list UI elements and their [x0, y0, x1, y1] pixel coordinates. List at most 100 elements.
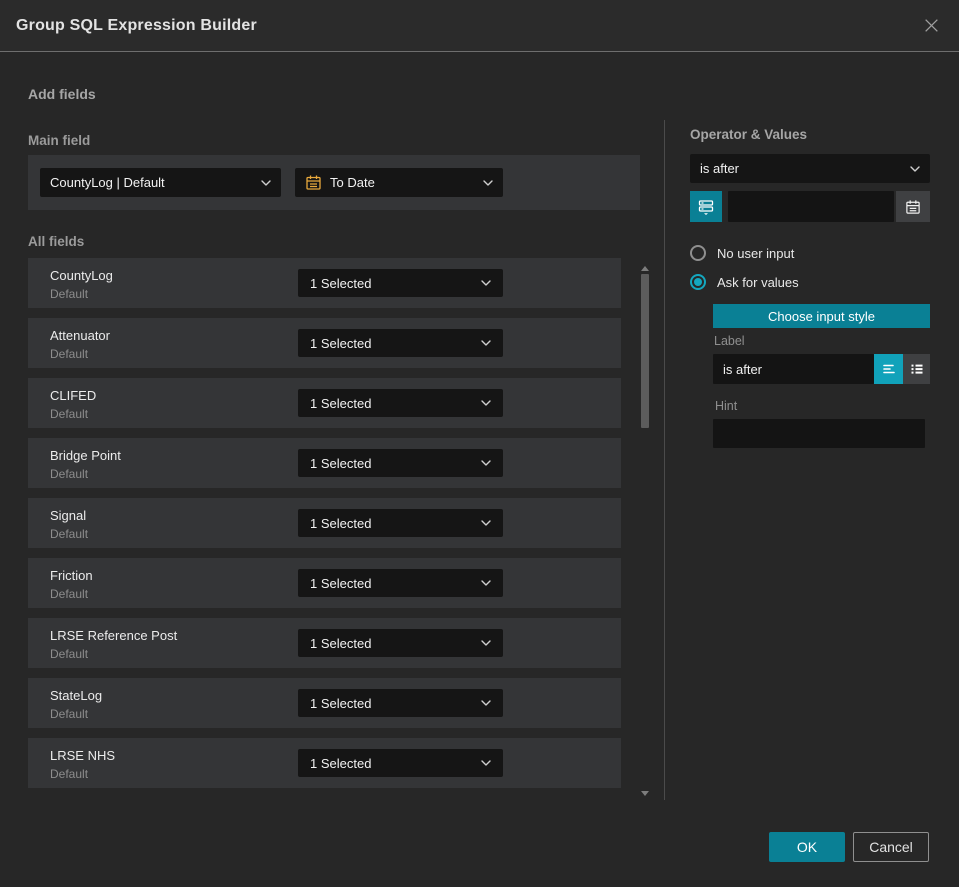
- chevron-down-icon: [481, 640, 491, 646]
- radio-ask-for-values-label: Ask for values: [717, 274, 799, 290]
- field-name: Friction: [50, 568, 93, 583]
- calendar-icon: [906, 199, 920, 214]
- label-field-label: Label: [714, 334, 745, 348]
- radio-circle-selected-icon[interactable]: [690, 274, 706, 290]
- field-sub: Default: [50, 587, 89, 601]
- field-selected-dropdown[interactable]: 1 Selected: [298, 749, 503, 777]
- field-name: Attenuator: [50, 328, 110, 343]
- field-stack-icon: [698, 199, 714, 215]
- field-sub: Default: [50, 767, 89, 781]
- chevron-down-icon: [481, 280, 491, 286]
- dialog-title: Group SQL Expression Builder: [16, 16, 257, 34]
- main-field-select-value: CountyLog | Default: [50, 175, 165, 190]
- field-selected-label: 1 Selected: [310, 695, 372, 711]
- align-left-icon: [882, 364, 895, 374]
- field-row: Attenuator Default 1 Selected: [28, 318, 621, 368]
- main-field-panel: CountyLog | Default To Date: [28, 155, 640, 210]
- scroll-up-arrow-icon[interactable]: [641, 266, 649, 271]
- main-field-select[interactable]: CountyLog | Default: [40, 168, 281, 197]
- field-selected-dropdown[interactable]: 1 Selected: [298, 329, 503, 357]
- single-value-style-button[interactable]: [874, 354, 903, 384]
- list-scrollbar[interactable]: [638, 260, 652, 800]
- title-bar: Group SQL Expression Builder: [0, 0, 959, 52]
- chevron-down-icon: [261, 179, 271, 186]
- bulleted-list-icon: [911, 364, 922, 374]
- field-row: Signal Default 1 Selected: [28, 498, 621, 548]
- operator-values-heading: Operator & Values: [690, 127, 808, 142]
- all-fields-list: CountyLog Default 1 Selected Attenuator …: [28, 258, 621, 788]
- radio-no-user-input[interactable]: No user input: [690, 245, 794, 261]
- field-name: StateLog: [50, 688, 103, 703]
- scrollbar-thumb[interactable]: [641, 274, 649, 428]
- group-sql-expression-builder-dialog: Group SQL Expression Builder Add fields …: [0, 0, 959, 887]
- add-fields-heading: Add fields: [28, 86, 96, 102]
- field-selected-label: 1 Selected: [310, 395, 372, 411]
- radio-ask-for-values[interactable]: Ask for values: [690, 274, 799, 290]
- close-button[interactable]: [919, 14, 943, 38]
- chevron-down-icon: [481, 580, 491, 586]
- label-input[interactable]: [713, 354, 874, 384]
- value-source-button[interactable]: [690, 191, 722, 222]
- field-name: LRSE NHS: [50, 748, 116, 763]
- field-row: StateLog Default 1 Selected: [28, 678, 621, 728]
- field-selected-dropdown[interactable]: 1 Selected: [298, 689, 503, 717]
- field-selected-label: 1 Selected: [310, 455, 372, 471]
- chevron-down-icon: [481, 400, 491, 406]
- choose-input-style-button[interactable]: Choose input style: [713, 304, 930, 328]
- hint-input[interactable]: [713, 419, 925, 448]
- calendar-icon: [306, 175, 321, 190]
- field-name: LRSE Reference Post: [50, 628, 178, 643]
- chevron-down-icon: [483, 179, 493, 186]
- field-sub: Default: [50, 347, 89, 361]
- chevron-down-icon: [481, 460, 491, 466]
- hint-field-label: Hint: [715, 399, 738, 413]
- field-sub: Default: [50, 287, 89, 301]
- cancel-button[interactable]: Cancel: [853, 832, 929, 862]
- field-row: LRSE NHS Default 1 Selected: [28, 738, 621, 788]
- field-sub: Default: [50, 467, 89, 481]
- field-selected-label: 1 Selected: [310, 755, 372, 771]
- chevron-down-icon: [481, 340, 491, 346]
- field-row: CountyLog Default 1 Selected: [28, 258, 621, 308]
- main-field-date-select[interactable]: To Date: [295, 168, 503, 197]
- field-row: LRSE Reference Post Default 1 Selected: [28, 618, 621, 668]
- scroll-down-arrow-icon[interactable]: [641, 791, 649, 796]
- chevron-down-icon: [481, 520, 491, 526]
- ok-button[interactable]: OK: [769, 832, 845, 862]
- field-row: Friction Default 1 Selected: [28, 558, 621, 608]
- field-selected-label: 1 Selected: [310, 275, 372, 291]
- field-sub: Default: [50, 527, 89, 541]
- field-sub: Default: [50, 407, 89, 421]
- field-row: CLIFED Default 1 Selected: [28, 378, 621, 428]
- main-field-label: Main field: [28, 133, 91, 148]
- main-field-date-value: To Date: [330, 175, 375, 190]
- chevron-down-icon: [910, 165, 920, 172]
- panel-divider: [664, 120, 665, 800]
- field-selected-dropdown[interactable]: 1 Selected: [298, 509, 503, 537]
- all-fields-label: All fields: [28, 234, 85, 249]
- list-value-style-button[interactable]: [903, 354, 930, 384]
- field-name: CountyLog: [50, 268, 113, 283]
- field-sub: Default: [50, 647, 89, 661]
- radio-circle-icon[interactable]: [690, 245, 706, 261]
- field-selected-dropdown[interactable]: 1 Selected: [298, 449, 503, 477]
- operator-select-value: is after: [700, 161, 740, 176]
- field-selected-dropdown[interactable]: 1 Selected: [298, 629, 503, 657]
- field-selected-dropdown[interactable]: 1 Selected: [298, 269, 503, 297]
- field-sub: Default: [50, 707, 89, 721]
- field-row: Bridge Point Default 1 Selected: [28, 438, 621, 488]
- field-name: Signal: [50, 508, 87, 523]
- chevron-down-icon: [481, 760, 491, 766]
- chevron-down-icon: [481, 700, 491, 706]
- close-icon: [924, 19, 938, 32]
- field-selected-label: 1 Selected: [310, 335, 372, 351]
- value-date-input[interactable]: [728, 191, 894, 222]
- field-selected-label: 1 Selected: [310, 635, 372, 651]
- field-name: CLIFED: [50, 388, 97, 403]
- field-selected-dropdown[interactable]: 1 Selected: [298, 569, 503, 597]
- operator-select[interactable]: is after: [690, 154, 930, 183]
- field-selected-dropdown[interactable]: 1 Selected: [298, 389, 503, 417]
- field-name: Bridge Point: [50, 448, 121, 463]
- field-selected-label: 1 Selected: [310, 515, 372, 531]
- value-calendar-button[interactable]: [896, 191, 930, 222]
